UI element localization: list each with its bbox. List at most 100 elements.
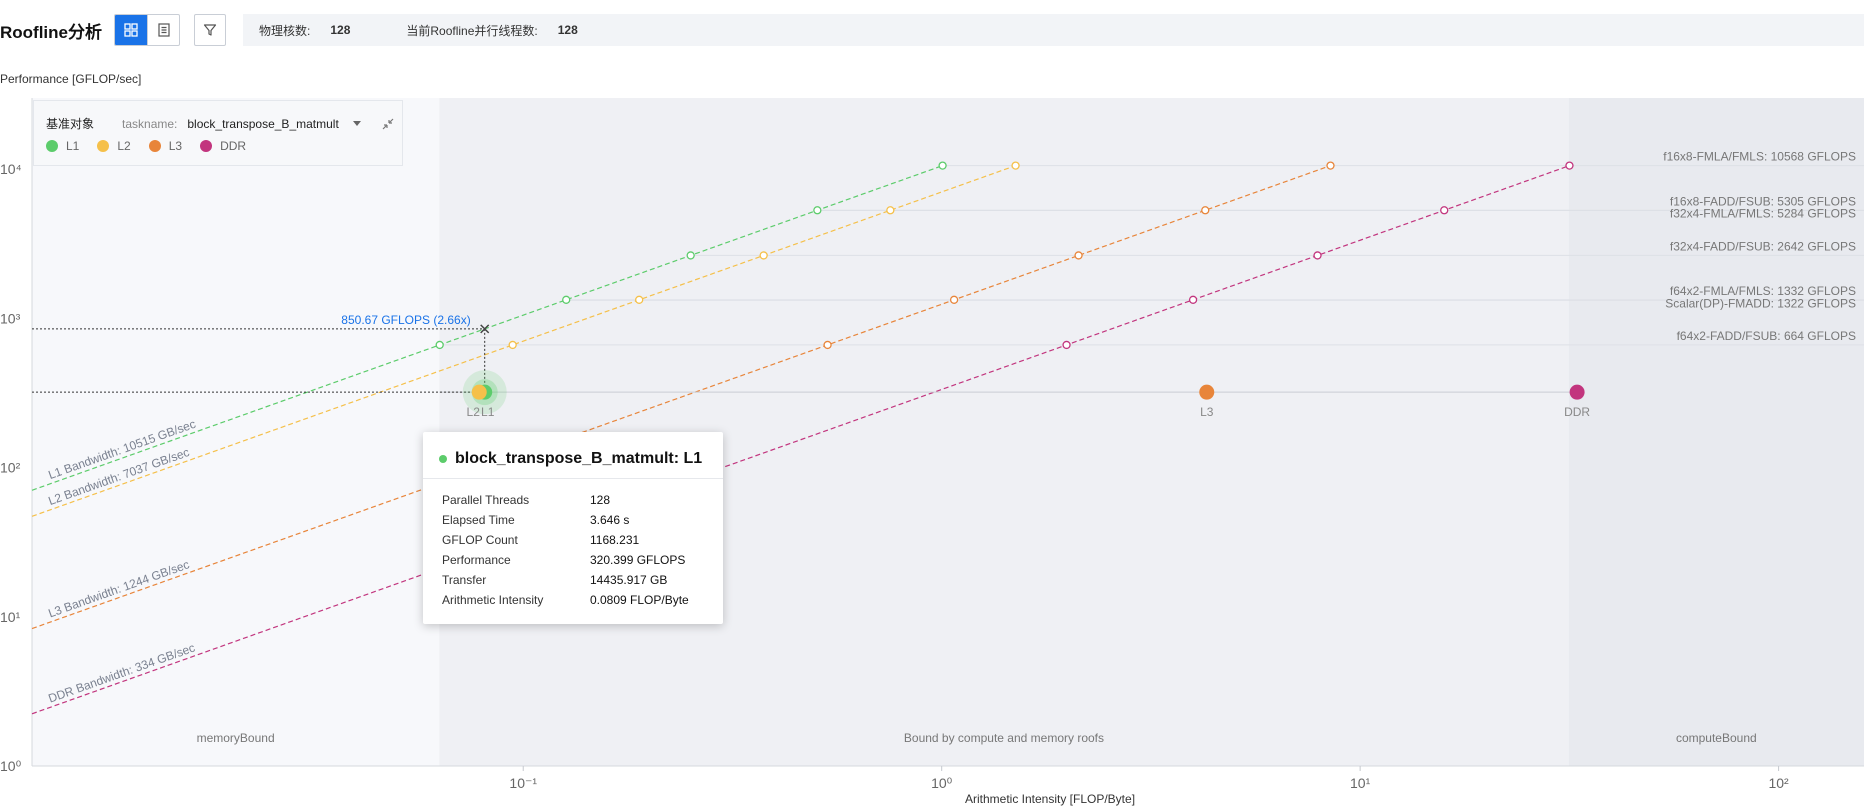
roof-intersection-marker bbox=[508, 340, 517, 350]
tooltip-value: 1168.231 bbox=[590, 533, 640, 547]
tooltip-value: 128 bbox=[590, 493, 611, 507]
y-tick-label: 10⁰ bbox=[0, 758, 22, 774]
grid-icon bbox=[124, 23, 138, 37]
roof-intersection-marker bbox=[1326, 161, 1335, 170]
tooltip-key: Elapsed Time bbox=[442, 513, 515, 527]
tooltip-key: Arithmetic Intensity bbox=[442, 593, 544, 607]
tooltip-value: 0.0809 FLOP/Byte bbox=[590, 593, 689, 607]
tooltip-value: 3.646 s bbox=[590, 513, 630, 527]
tooltip-dot bbox=[439, 455, 447, 463]
base-object-label: 基准对象 bbox=[46, 117, 95, 131]
y-tick-label: 10⁴ bbox=[0, 161, 22, 177]
legend-label: L3 bbox=[168, 139, 183, 153]
taskname-label: taskname: bbox=[122, 116, 178, 131]
collapse-icon[interactable] bbox=[381, 117, 395, 131]
legend-label: DDR bbox=[220, 139, 247, 153]
y-tick-label: 10² bbox=[0, 460, 21, 476]
tooltip-row: Performance 320.399 GFLOPS bbox=[442, 550, 689, 570]
tooltip-title: block_transpose_B_matmult: L1 bbox=[455, 450, 703, 467]
roof-intersection-marker bbox=[813, 206, 822, 215]
legend-panel: 基准对象 taskname: block_transpose_B_matmult… bbox=[33, 100, 403, 166]
x-tick-label: 10⁻¹ bbox=[509, 775, 537, 791]
threads-value: 128 bbox=[557, 23, 578, 37]
tooltip-divider bbox=[423, 478, 723, 479]
y-tick-label: 10³ bbox=[0, 310, 21, 326]
taskname-select[interactable]: block_transpose_B_matmult bbox=[187, 117, 338, 131]
roof-intersection-marker bbox=[562, 295, 571, 304]
roof-intersection-marker bbox=[1440, 206, 1449, 215]
roof-intersection-marker bbox=[635, 295, 644, 304]
legend-label: L1 bbox=[66, 139, 80, 153]
point-label: L2 bbox=[467, 405, 481, 419]
roof-intersection-marker bbox=[949, 295, 959, 304]
point-tooltip: block_transpose_B_matmult: L1 Parallel T… bbox=[423, 432, 723, 624]
legend-item-ddr[interactable]: DDR bbox=[200, 139, 246, 153]
x-tick-label: 10² bbox=[1768, 775, 1789, 791]
tooltip-key: Performance bbox=[442, 553, 511, 567]
legend-dot bbox=[200, 140, 213, 152]
data-point-ddr bbox=[1569, 384, 1585, 400]
data-point-l2 bbox=[471, 384, 487, 400]
y-tick-label: 10¹ bbox=[0, 609, 21, 625]
legend-dot bbox=[46, 140, 58, 152]
roof-intersection-marker bbox=[1062, 340, 1071, 350]
roof-intersection-marker bbox=[886, 206, 895, 215]
point-label: L3 bbox=[1200, 405, 1214, 419]
compute-roof-label: f64x2-FADD/FSUB: 664 GFLOPS bbox=[1677, 329, 1856, 343]
legend-header: 基准对象 taskname: block_transpose_B_matmult bbox=[46, 115, 395, 132]
region-label: memoryBound bbox=[197, 731, 275, 745]
document-icon bbox=[157, 23, 170, 37]
tooltip-row: GFLOP Count 1168.231 bbox=[442, 530, 689, 550]
performance-axis-title: Performance [GFLOP/sec] bbox=[0, 72, 142, 86]
view-toggle bbox=[114, 14, 180, 46]
roof-intersection-marker bbox=[1011, 161, 1020, 170]
legend-items: L1 L2 L3 DDR bbox=[46, 139, 264, 153]
region-band bbox=[32, 98, 440, 766]
tooltip-key: Transfer bbox=[442, 573, 487, 587]
tooltip-row: Elapsed Time 3.646 s bbox=[442, 510, 689, 530]
roof-intersection-marker bbox=[938, 161, 947, 170]
tooltip-key: GFLOP Count bbox=[442, 533, 518, 547]
roof-intersection-marker bbox=[1201, 206, 1210, 215]
roof-intersection-marker bbox=[1565, 161, 1574, 170]
legend-label: L2 bbox=[117, 139, 131, 153]
tooltip-key: Parallel Threads bbox=[442, 493, 530, 507]
compute-roof-label: Scalar(DP)-FMADD: 1322 GFLOPS bbox=[1665, 296, 1856, 310]
physical-cores-value: 128 bbox=[330, 23, 351, 37]
roof-intersection-marker bbox=[823, 340, 832, 350]
tooltip-rows: Parallel Threads 128 Elapsed Time 3.646 s … bbox=[442, 490, 689, 610]
point-label: DDR bbox=[1564, 405, 1590, 419]
roof-intersection-marker bbox=[1074, 251, 1083, 260]
roofline-page: Roofline分析 物理核数: 128 当前Roofline并行线程数: 12… bbox=[0, 0, 1864, 806]
tooltip-row: Parallel Threads 128 bbox=[442, 490, 689, 510]
list-view-button[interactable] bbox=[147, 15, 179, 45]
roof-intersection-marker bbox=[686, 251, 695, 260]
compute-roof-label: f16x8-FMLA/FMLS: 10568 GFLOPS bbox=[1663, 150, 1856, 164]
tooltip-row: Arithmetic Intensity 0.0809 FLOP/Byte bbox=[442, 590, 689, 610]
legend-dot bbox=[148, 140, 161, 152]
region-label: computeBound bbox=[1676, 731, 1757, 745]
x-tick-label: 10¹ bbox=[1350, 775, 1371, 791]
legend-item-l1[interactable]: L1 bbox=[46, 139, 79, 153]
chevron-down-icon[interactable] bbox=[352, 121, 361, 126]
roofline-chart: memoryBound Bound by compute and memory r… bbox=[0, 98, 1864, 806]
data-point-l3 bbox=[1199, 384, 1215, 400]
page-title: Roofline分析 bbox=[0, 23, 102, 42]
compute-roof-label: f32x4-FMLA/FMLS: 5284 GFLOPS bbox=[1670, 207, 1856, 221]
compute-roof-label: f32x4-FADD/FSUB: 2642 GFLOPS bbox=[1670, 239, 1856, 253]
filter-button[interactable] bbox=[194, 14, 226, 46]
legend-item-l3[interactable]: L3 bbox=[148, 139, 183, 153]
tooltip-header: block_transpose_B_matmult: L1 bbox=[439, 450, 702, 468]
region-label: Bound by compute and memory roofs bbox=[904, 731, 1104, 745]
tooltip-value: 320.399 GFLOPS bbox=[590, 553, 686, 567]
physical-cores-label: 物理核数: bbox=[259, 23, 311, 38]
threads-label: 当前Roofline并行线程数: bbox=[406, 23, 538, 38]
info-bar: 物理核数: 128 当前Roofline并行线程数: 128 bbox=[243, 14, 1864, 46]
x-tick-label: 10⁰ bbox=[931, 775, 953, 791]
filter-icon bbox=[203, 24, 217, 36]
ceiling-label: 850.67 GFLOPS (2.66x) bbox=[341, 313, 470, 327]
header: Roofline分析 物理核数: 128 当前Roofline并行线程数: 12… bbox=[0, 12, 1864, 48]
grid-view-button[interactable] bbox=[115, 15, 147, 45]
point-label: L1 bbox=[481, 405, 495, 419]
legend-item-l2[interactable]: L2 bbox=[97, 139, 131, 153]
